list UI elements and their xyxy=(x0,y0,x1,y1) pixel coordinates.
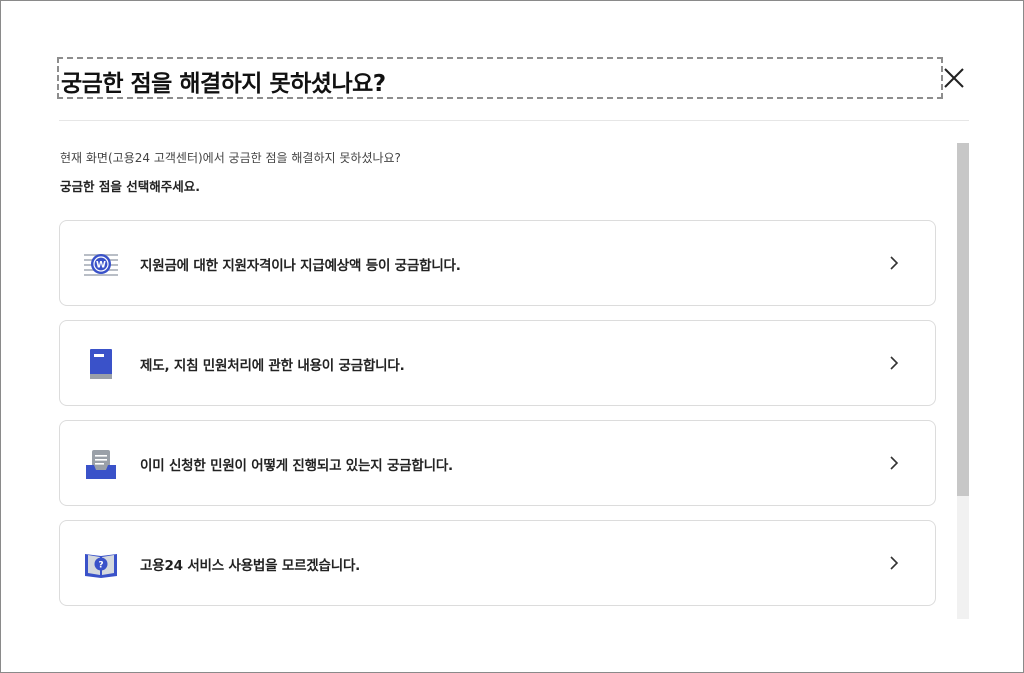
chevron-right-icon xyxy=(886,255,902,271)
svg-text:W: W xyxy=(96,261,106,271)
help-book-icon: ? xyxy=(82,545,120,583)
option-card-status[interactable]: 이미 신청한 민원이 어떻게 진행되고 있는지 궁금합니다. xyxy=(59,420,936,506)
option-label: 고용24 서비스 사용법을 모르겠습니다. xyxy=(140,558,361,574)
book-icon xyxy=(82,345,120,383)
option-card-help[interactable]: ? 고용24 서비스 사용법을 모르겠습니다. xyxy=(59,520,936,606)
close-button[interactable] xyxy=(939,63,969,93)
intro-text: 현재 화면(고용24 고객센터)에서 궁금한 점을 해결하지 못하셨나요? xyxy=(60,151,401,165)
dialog-title: 궁금한 점을 해결하지 못하셨나요? xyxy=(57,57,943,99)
option-label: 이미 신청한 민원이 어떻게 진행되고 있는지 궁금합니다. xyxy=(140,458,453,474)
title-divider xyxy=(59,120,969,121)
option-label: 지원금에 대한 지원자격이나 지급예상액 등이 궁금합니다. xyxy=(140,258,461,274)
document-tray-icon xyxy=(82,445,120,483)
chevron-right-icon xyxy=(886,455,902,471)
close-icon xyxy=(944,68,964,88)
dialog-frame: 궁금한 점을 해결하지 못하셨나요? 현재 화면(고용24 고객센터)에서 궁금… xyxy=(0,0,1024,673)
option-card-policy[interactable]: 제도, 지침 민원처리에 관한 내용이 궁금합니다. xyxy=(59,320,936,406)
option-label: 제도, 지침 민원처리에 관한 내용이 궁금합니다. xyxy=(140,358,405,374)
chevron-right-icon xyxy=(886,355,902,371)
scrollbar-thumb[interactable] xyxy=(957,143,969,496)
chevron-right-icon xyxy=(886,555,902,571)
intro-instruction: 궁금한 점을 선택해주세요. xyxy=(60,179,200,194)
money-coin-icon: W xyxy=(82,245,120,283)
svg-text:?: ? xyxy=(98,561,103,571)
option-card-subsidy[interactable]: W 지원금에 대한 지원자격이나 지급예상액 등이 궁금합니다. xyxy=(59,220,936,306)
